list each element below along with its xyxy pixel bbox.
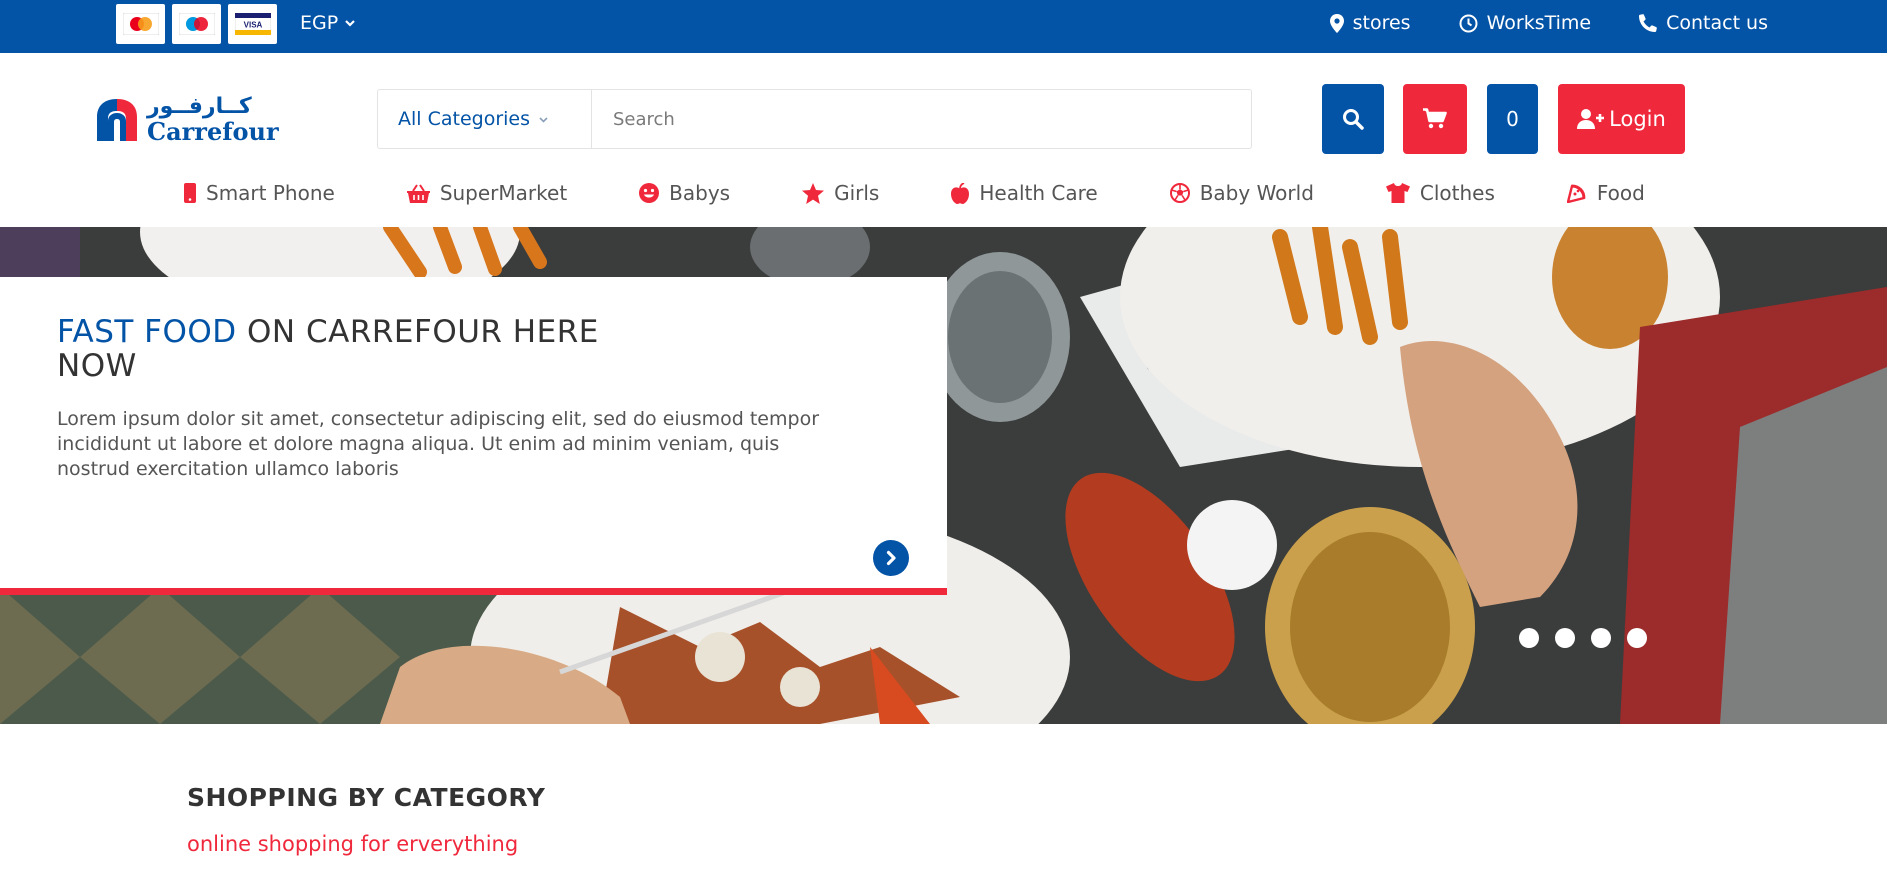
slider-dot[interactable] bbox=[1591, 628, 1611, 648]
chevron-down-icon bbox=[539, 116, 548, 123]
apple-icon bbox=[951, 182, 970, 204]
hero-text: Lorem ipsum dolor sit amet, consectetur … bbox=[57, 408, 820, 480]
nav-label: Baby World bbox=[1199, 181, 1314, 205]
nav-item-girls[interactable]: Girls bbox=[802, 181, 879, 205]
pizza-icon bbox=[1566, 184, 1586, 203]
category-select-label: All Categories bbox=[398, 108, 531, 130]
nav-item-food[interactable]: Food bbox=[1566, 181, 1645, 205]
nav-item-babys[interactable]: Babys bbox=[639, 181, 730, 205]
cart-count-badge[interactable]: 0 bbox=[1487, 84, 1538, 154]
hero-slider: FAST FOOD ON CARREFOUR HERE NOW Lorem ip… bbox=[0, 227, 1887, 724]
mobile-icon bbox=[184, 183, 196, 203]
search-bar: All Categories bbox=[377, 89, 1252, 149]
contact-link[interactable]: Contact us bbox=[1639, 12, 1768, 34]
search-button[interactable] bbox=[1322, 84, 1384, 154]
nav-label: Girls bbox=[834, 181, 880, 205]
login-label: Login bbox=[1609, 107, 1666, 131]
stores-link[interactable]: stores bbox=[1329, 12, 1411, 34]
hero-title: FAST FOOD ON CARREFOUR HERE NOW bbox=[57, 315, 657, 383]
carrefour-logo-icon bbox=[97, 99, 137, 141]
currency-label: EGP bbox=[300, 12, 339, 34]
ball-icon bbox=[1169, 183, 1190, 203]
add-user-icon bbox=[1577, 109, 1605, 129]
phone-icon bbox=[1639, 14, 1657, 32]
slider-dots bbox=[1519, 628, 1647, 648]
nav-item-health-care[interactable]: Health Care bbox=[951, 181, 1098, 205]
chevron-down-icon bbox=[345, 20, 355, 27]
nav-item-smart-phone[interactable]: Smart Phone bbox=[184, 181, 335, 205]
slider-dot[interactable] bbox=[1627, 628, 1647, 648]
nav-label: Food bbox=[1596, 181, 1645, 205]
maestro-icon bbox=[172, 4, 221, 44]
category-select[interactable]: All Categories bbox=[378, 90, 592, 148]
top-bar: VISA EGP stores WorksTime Contact us bbox=[0, 0, 1887, 53]
cart-icon bbox=[1423, 108, 1447, 129]
nav-label: Babys bbox=[669, 181, 731, 205]
payment-cards: VISA bbox=[116, 4, 277, 44]
logo-english: Carrefour bbox=[147, 117, 279, 146]
star-icon bbox=[802, 182, 825, 204]
chevron-right-icon bbox=[886, 550, 896, 566]
nav-item-supermarket[interactable]: SuperMarket bbox=[406, 181, 568, 205]
section-title: SHOPPING BY CATEGORY bbox=[187, 783, 546, 812]
search-icon bbox=[1343, 109, 1364, 130]
slider-dot[interactable] bbox=[1555, 628, 1575, 648]
currency-select[interactable]: EGP bbox=[300, 12, 356, 34]
mastercard-icon bbox=[116, 4, 165, 44]
stores-label: stores bbox=[1352, 12, 1411, 34]
workstime-label: WorksTime bbox=[1486, 12, 1592, 34]
visa-icon: VISA bbox=[228, 4, 277, 44]
cart-button[interactable] bbox=[1403, 84, 1467, 154]
nav-item-clothes[interactable]: Clothes bbox=[1385, 181, 1495, 205]
section-subtitle: online shopping for erverything bbox=[187, 832, 519, 856]
location-pin-icon bbox=[1329, 13, 1344, 33]
nav-label: Clothes bbox=[1419, 181, 1495, 205]
workstime-link[interactable]: WorksTime bbox=[1459, 12, 1592, 34]
shirt-icon bbox=[1385, 183, 1410, 203]
hero-next-button[interactable] bbox=[873, 540, 909, 576]
hero-caption-panel: FAST FOOD ON CARREFOUR HERE NOW Lorem ip… bbox=[0, 277, 947, 595]
nav-label: Smart Phone bbox=[206, 181, 335, 205]
basket-icon bbox=[406, 183, 430, 203]
search-input[interactable] bbox=[592, 90, 1251, 148]
smile-icon bbox=[639, 183, 660, 203]
hero-title-highlight: FAST FOOD bbox=[57, 314, 237, 350]
top-links: stores WorksTime Contact us bbox=[1329, 12, 1768, 34]
category-nav: Smart Phone SuperMarket Babys Girls Heal… bbox=[184, 181, 1645, 205]
slider-dot[interactable] bbox=[1519, 628, 1539, 648]
clock-icon bbox=[1459, 14, 1478, 32]
contact-label: Contact us bbox=[1666, 12, 1768, 34]
nav-label: Health Care bbox=[979, 181, 1098, 205]
cart-count: 0 bbox=[1506, 107, 1519, 131]
logo-text: كــارفــور Carrefour bbox=[147, 96, 279, 144]
logo-arabic: كــارفــور bbox=[147, 94, 252, 119]
nav-label: SuperMarket bbox=[439, 181, 568, 205]
login-button[interactable]: Login bbox=[1558, 84, 1685, 154]
svg-text:VISA: VISA bbox=[243, 21, 262, 30]
carrefour-logo[interactable]: كــارفــور Carrefour bbox=[93, 96, 279, 144]
nav-item-baby-world[interactable]: Baby World bbox=[1169, 181, 1314, 205]
